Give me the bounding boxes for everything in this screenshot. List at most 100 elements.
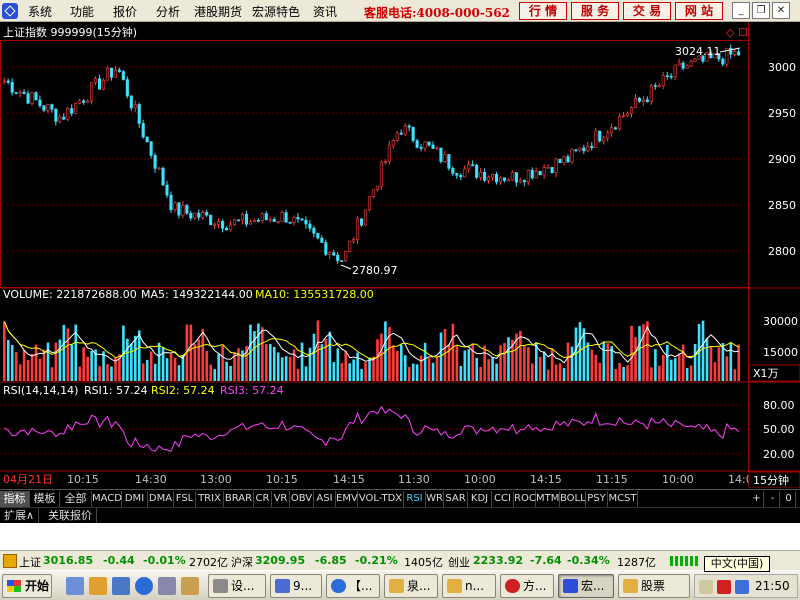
status-lock-icon[interactable] bbox=[3, 554, 17, 568]
sz-index-name[interactable]: 沪深 bbox=[231, 554, 253, 570]
indicator-tab-mcst[interactable]: MCST bbox=[608, 491, 638, 507]
candle-body bbox=[574, 149, 578, 151]
time-label-10: 10:00 bbox=[662, 473, 694, 486]
indicator-tab-emv[interactable]: EMV bbox=[336, 491, 358, 507]
indicator-tab-dmi[interactable]: DMI bbox=[122, 491, 148, 507]
indicator-tab-wr[interactable]: WR bbox=[426, 491, 444, 507]
indicator-tab-roc[interactable]: ROC bbox=[514, 491, 536, 507]
candle-body bbox=[491, 174, 495, 178]
indicator-tab-rsi[interactable]: RSI bbox=[404, 491, 426, 507]
trade-button[interactable]: 交 易 bbox=[623, 2, 671, 20]
menu-analysis[interactable]: 分析 bbox=[156, 3, 180, 20]
task-stocks[interactable]: 股票 bbox=[618, 574, 690, 598]
service-button[interactable]: 服 务 bbox=[571, 2, 619, 20]
tray-shield-icon[interactable] bbox=[735, 580, 749, 594]
cy-index-pct: -0.34% bbox=[567, 554, 610, 567]
indicator-tab-asi[interactable]: ASI bbox=[314, 491, 336, 507]
candle-body bbox=[419, 147, 423, 149]
volume-bar bbox=[145, 359, 149, 381]
app-window: 系统 功能 报价 分析 港股期货 宏源特色 资讯 客服电话:4008-000-5… bbox=[0, 0, 800, 600]
diamond-icon[interactable]: ◇ bbox=[726, 26, 735, 39]
volume-title: VOLUME: 221872688.00 bbox=[3, 288, 137, 301]
restore-icon[interactable]: ❐ bbox=[752, 2, 770, 19]
candle-body bbox=[248, 221, 252, 225]
indicator-tab-cci[interactable]: CCI bbox=[492, 491, 514, 507]
player-icon[interactable] bbox=[158, 577, 176, 595]
time-label-1: 10:15 bbox=[67, 473, 99, 486]
volume-bar bbox=[38, 358, 42, 381]
website-button[interactable]: 网 站 bbox=[675, 2, 723, 20]
volume-bar bbox=[650, 367, 653, 381]
task-hongyuan[interactable]: 宏... bbox=[558, 574, 614, 598]
indicator-tab-fsl[interactable]: FSL bbox=[174, 491, 196, 507]
indicator-tab-trix[interactable]: TRIX bbox=[196, 491, 224, 507]
indicator-tab-psy[interactable]: PSY bbox=[586, 491, 608, 507]
indicator-tab-brar[interactable]: BRAR bbox=[224, 491, 254, 507]
desktop-icon[interactable] bbox=[66, 577, 84, 595]
period-label[interactable]: 15分钟 bbox=[753, 473, 789, 487]
candle-body bbox=[328, 252, 332, 255]
indicator-tab-vr[interactable]: VR bbox=[272, 491, 290, 507]
related-quotes-tab[interactable]: 关联报价 bbox=[44, 508, 97, 524]
indicator-tab-dma[interactable]: DMA bbox=[148, 491, 174, 507]
menu-quote[interactable]: 报价 bbox=[113, 3, 137, 20]
menu-hk-futures[interactable]: 港股期货 bbox=[194, 3, 242, 20]
volume-bar bbox=[542, 351, 546, 381]
task-folder-quan[interactable]: 泉... bbox=[384, 574, 438, 598]
volume-bar bbox=[18, 364, 22, 381]
cy-index-name[interactable]: 创业 bbox=[448, 554, 470, 570]
tool-icon[interactable] bbox=[181, 577, 199, 595]
candle-body bbox=[471, 164, 475, 167]
tab-all[interactable]: 全部 bbox=[60, 491, 92, 507]
candle-body bbox=[50, 104, 54, 110]
task-window-9[interactable]: 9... bbox=[270, 574, 322, 598]
menu-news[interactable]: 资讯 bbox=[313, 3, 337, 20]
indicator-tab-boll[interactable]: BOLL bbox=[560, 491, 586, 507]
clock[interactable]: 21:50 bbox=[755, 579, 790, 593]
volume-bar bbox=[606, 343, 610, 381]
expand-tab[interactable]: 扩展∧ bbox=[0, 508, 40, 524]
volume-bar bbox=[344, 350, 348, 381]
task-settings[interactable]: 设... bbox=[208, 574, 266, 598]
time-label-2: 14:30 bbox=[135, 473, 167, 486]
menu-system[interactable]: 系统 bbox=[28, 3, 52, 20]
volume-bar bbox=[443, 328, 447, 381]
zoom-out-button[interactable]: - bbox=[766, 491, 780, 507]
tab-templates[interactable]: 模板 bbox=[30, 491, 60, 507]
quotes-button[interactable]: 行 情 bbox=[519, 2, 567, 20]
volume-bar bbox=[137, 330, 141, 381]
volume-bar bbox=[598, 362, 602, 381]
indicator-tab-mtm[interactable]: MTM bbox=[536, 491, 560, 507]
close-icon[interactable]: ✕ bbox=[772, 2, 790, 19]
candle-body bbox=[209, 214, 213, 225]
reset-button[interactable]: 0 bbox=[782, 491, 796, 507]
minimize-icon[interactable]: _ bbox=[732, 2, 750, 19]
zoom-in-button[interactable]: + bbox=[750, 491, 764, 507]
task-browser[interactable]: 【... bbox=[326, 574, 380, 598]
sh-index-name[interactable]: 上证 bbox=[19, 554, 41, 570]
window-toggle-icon[interactable]: ☐ bbox=[738, 26, 748, 39]
indicator-tab-macd[interactable]: MACD bbox=[92, 491, 122, 507]
tray-keyboard-icon[interactable] bbox=[699, 580, 713, 594]
sh-index-volume: 2702亿 bbox=[189, 556, 228, 569]
indicator-tab-cr[interactable]: CR bbox=[254, 491, 272, 507]
ie-icon[interactable] bbox=[135, 577, 153, 595]
indicator-tab-sar[interactable]: SAR bbox=[444, 491, 468, 507]
task-folder-n[interactable]: n... bbox=[442, 574, 496, 598]
candle-body bbox=[232, 219, 237, 226]
window-icon[interactable] bbox=[112, 577, 130, 595]
indicator-tab-kdj[interactable]: KDJ bbox=[468, 491, 492, 507]
menu-function[interactable]: 功能 bbox=[70, 3, 94, 20]
start-button[interactable]: 开始 bbox=[2, 574, 52, 598]
task-fang[interactable]: 方... bbox=[500, 574, 554, 598]
chart-area[interactable]: 上证指数 999999(15分钟) ◇ ☐ 3024.11 2780.97 30… bbox=[0, 22, 800, 488]
candle-body bbox=[411, 126, 415, 141]
tray-antivirus-icon[interactable] bbox=[717, 580, 731, 594]
rsi2-value: RSI2: 57.24 bbox=[151, 384, 215, 397]
indicator-tab-vol-tdx[interactable]: VOL-TDX bbox=[358, 491, 404, 507]
tab-indicators[interactable]: 指标 bbox=[0, 491, 30, 507]
folder-icon[interactable] bbox=[89, 577, 107, 595]
menu-hongyuan[interactable]: 宏源特色 bbox=[252, 3, 300, 20]
indicator-tab-obv[interactable]: OBV bbox=[290, 491, 314, 507]
volume-bar bbox=[6, 339, 10, 381]
